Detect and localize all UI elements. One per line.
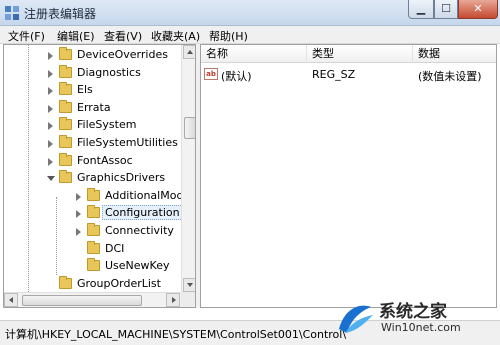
- watermark-subtitle: Win10net.com: [381, 321, 461, 334]
- tree-item-label: UseNewKey: [105, 259, 170, 273]
- tree-item-label: FileSystemUtilities: [77, 136, 178, 149]
- tree-item-label: Connectivity: [105, 224, 174, 237]
- arrow-up-icon: [187, 50, 193, 54]
- menu-view[interactable]: 查看(V): [104, 28, 142, 44]
- folder-icon: [59, 99, 72, 113]
- tree-item-els[interactable]: Els: [4, 82, 184, 99]
- expand-arrow-icon[interactable]: [76, 192, 81, 201]
- tree-item-label: Configuration: [102, 205, 183, 221]
- tree-item-diagnostics[interactable]: Diagnostics: [4, 64, 184, 82]
- expand-arrow-icon[interactable]: [76, 228, 81, 236]
- tree-item-label: FileSystem: [77, 118, 137, 132]
- tree-item-graphicsdrivers[interactable]: GraphicsDrivers: [4, 170, 184, 187]
- close-icon: ✕: [473, 2, 483, 15]
- folder-icon: [59, 64, 72, 78]
- menu-help[interactable]: 帮助(H): [209, 28, 248, 44]
- tree-item-label: Diagnostics: [77, 65, 141, 79]
- tree-item-label: GroupOrderList: [77, 276, 161, 290]
- value-type: REG_SZ: [312, 68, 356, 81]
- tree-item-label: Els: [77, 83, 93, 97]
- folder-icon: [87, 223, 100, 236]
- minimize-button[interactable]: ▁: [408, 0, 434, 19]
- folder-icon: [87, 240, 100, 254]
- tree-vertical-scrollbar[interactable]: [181, 45, 195, 292]
- column-data[interactable]: 数据: [413, 45, 496, 63]
- menu-bar: 文件(F) 编辑(E) 查看(V) 收藏夹(A) 帮助(H): [0, 26, 500, 44]
- expand-arrow-icon[interactable]: [48, 69, 53, 78]
- scroll-down-arrow[interactable]: [183, 278, 195, 292]
- site-logo-icon: [339, 305, 373, 333]
- scroll-right-arrow[interactable]: [166, 293, 180, 307]
- tree-item-fontassoc[interactable]: FontAssoc: [4, 152, 184, 170]
- scroll-up-arrow[interactable]: [183, 45, 195, 59]
- arrow-down-icon: [187, 283, 193, 287]
- expand-arrow-icon[interactable]: [48, 157, 53, 166]
- tree-horizontal-scrollbar[interactable]: [4, 292, 181, 307]
- tree-item-label: Errata: [77, 100, 111, 114]
- maximize-icon: ☐: [441, 2, 451, 15]
- folder-icon: [87, 205, 100, 219]
- value-row[interactable]: ab (默认) REG_SZ (数值未设置): [201, 66, 496, 83]
- folder-icon: [59, 152, 72, 166]
- tree-item-label: AdditionalModel: [105, 188, 194, 202]
- folder-icon: [87, 187, 100, 201]
- arrow-right-icon: [172, 297, 176, 303]
- tree-item-filesystemutilities[interactable]: FileSystemUtilities: [4, 135, 184, 152]
- expand-arrow-icon[interactable]: [48, 104, 53, 113]
- watermark-title: 系统之家: [379, 302, 447, 322]
- tree-item-deviceoverrides[interactable]: DeviceOverrides: [4, 47, 184, 64]
- folder-icon: [59, 275, 72, 289]
- window-title: 注册表编辑器: [24, 7, 97, 21]
- column-type[interactable]: 类型: [307, 45, 413, 63]
- tree-item-connectivity[interactable]: Connectivity: [4, 223, 184, 240]
- tree-item-dci[interactable]: DCI: [4, 240, 184, 258]
- status-path: 计算机\HKEY_LOCAL_MACHINE\SYSTEM\ControlSet…: [5, 328, 347, 341]
- tree-item-label: GraphicsDrivers: [77, 171, 166, 185]
- tree-item-additionalmodel[interactable]: AdditionalModel: [4, 187, 193, 205]
- expand-arrow-icon[interactable]: [48, 52, 53, 60]
- tree-item-label: DeviceOverrides: [77, 48, 168, 61]
- menu-edit[interactable]: 编辑(E): [57, 28, 95, 44]
- minimize-icon: ▁: [416, 2, 426, 15]
- tree-item-grouporderlist[interactable]: GroupOrderList: [4, 275, 184, 293]
- tree-item-label: DCI: [105, 241, 125, 255]
- expand-arrow-icon[interactable]: [48, 87, 53, 96]
- menu-file[interactable]: 文件(F): [8, 28, 45, 44]
- value-name: (默认): [221, 70, 252, 83]
- maximize-button[interactable]: ☐: [434, 0, 458, 19]
- folder-icon: [59, 135, 72, 148]
- close-button[interactable]: ✕: [458, 0, 498, 19]
- tree-item-configuration[interactable]: Configuration: [4, 205, 184, 222]
- scroll-thumb[interactable]: [184, 117, 195, 139]
- list-header: 名称 类型 数据: [201, 45, 496, 63]
- folder-icon: [59, 47, 72, 60]
- expand-arrow-icon[interactable]: [48, 140, 53, 148]
- value-list[interactable]: 名称 类型 数据 ab (默认) REG_SZ (数值未设置): [200, 44, 497, 308]
- expand-arrow-icon[interactable]: [48, 122, 53, 131]
- folder-icon: [59, 170, 72, 184]
- horizontal-scroll-thumb[interactable]: [22, 295, 142, 306]
- scrollbar-corner: [181, 292, 195, 307]
- folder-icon: [59, 82, 72, 96]
- watermark: 系统之家 Win10net.com: [335, 297, 498, 343]
- registry-tree[interactable]: DeviceOverrides Diagnostics Els Errata FileS…: [3, 44, 196, 308]
- expand-arrow-icon[interactable]: [76, 210, 81, 219]
- scroll-left-arrow[interactable]: [4, 293, 18, 307]
- folder-icon: [59, 117, 72, 131]
- menu-favorites[interactable]: 收藏夹(A): [151, 28, 200, 44]
- arrow-left-icon: [9, 297, 13, 303]
- tree-item-filesystem[interactable]: FileSystem: [4, 117, 184, 134]
- tree-item-label: FontAssoc: [77, 153, 133, 167]
- title-bar: 注册表编辑器 ▁ ☐ ✕: [0, 0, 500, 26]
- registry-editor-icon: [5, 6, 19, 20]
- tree-item-usenewkey[interactable]: UseNewKey: [4, 258, 184, 275]
- collapse-arrow-icon[interactable]: [47, 176, 55, 182]
- folder-icon: [87, 258, 100, 272]
- value-data: (数值未设置): [418, 70, 482, 83]
- column-name[interactable]: 名称: [201, 45, 307, 63]
- string-value-icon: ab: [204, 68, 218, 80]
- tree-item-errata[interactable]: Errata: [4, 99, 184, 117]
